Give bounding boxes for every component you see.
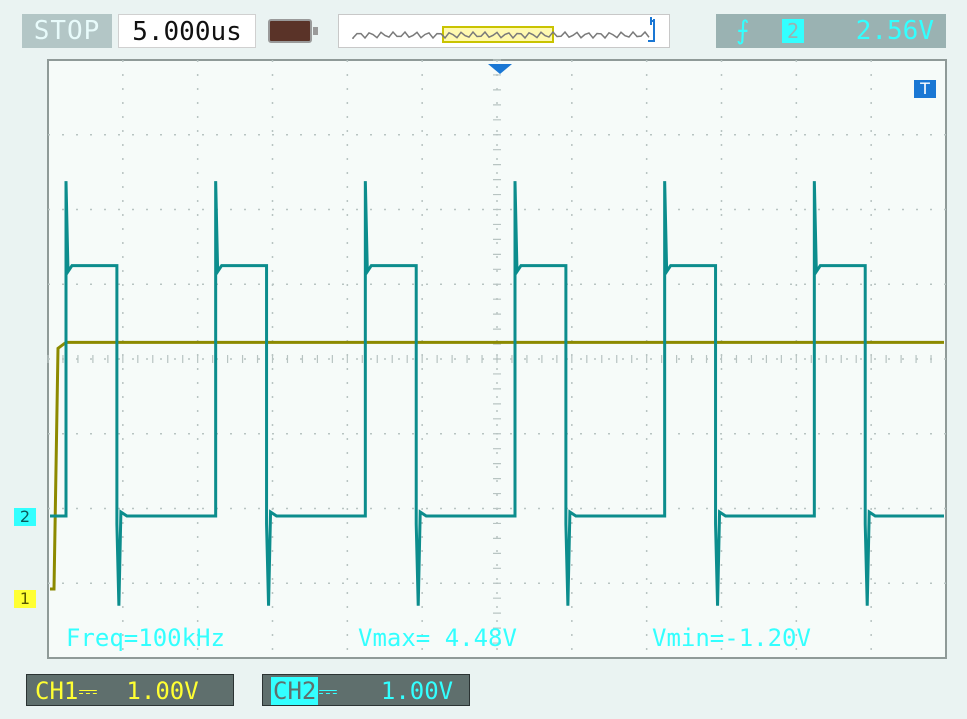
vmin-readout: Vmin=-1.20V — [652, 624, 811, 652]
ch1-name: CH1 — [35, 677, 79, 705]
dc-coupling-icon: ⎓ — [78, 677, 98, 705]
ch2-scale: 1.00V — [380, 677, 454, 705]
ch2-settings[interactable]: CH2⎓ 1.00V — [262, 674, 470, 706]
dc-coupling-icon: ⎓ — [318, 677, 338, 705]
ch1-scale: 1.00V — [126, 677, 199, 705]
ch1-settings[interactable]: CH1⎓ 1.00V — [26, 674, 234, 706]
ch1-ground-marker: 1 — [14, 590, 36, 608]
trigger-time-marker: T — [914, 80, 936, 98]
vmax-readout: Vmax= 4.48V — [358, 624, 517, 652]
scope-display — [47, 59, 947, 659]
frequency-readout: Freq=100kHz — [66, 624, 225, 652]
ch2-ground-marker: 2 — [14, 508, 36, 526]
ch2-name: CH2 — [271, 677, 319, 705]
